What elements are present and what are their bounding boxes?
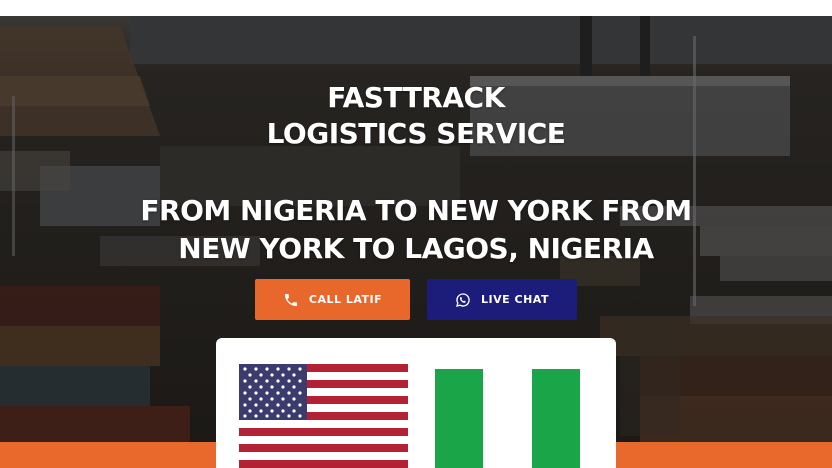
- hero-title-line1: FASTTRACK: [327, 81, 505, 114]
- call-latif-button[interactable]: CALL LATIF: [255, 279, 410, 320]
- call-button-label: CALL LATIF: [308, 293, 383, 306]
- hero-subtitle-line1: FROM NIGERIA TO NEW YORK FROM: [140, 194, 692, 227]
- hero-title: FASTTRACK LOGISTICS SERVICE: [0, 80, 832, 152]
- page: FASTTRACK LOGISTICS SERVICE FROM NIGERIA…: [0, 0, 832, 468]
- hero-subtitle-line2: NEW YORK TO LAGOS, NIGERIA: [178, 232, 654, 265]
- live-chat-button[interactable]: LIVE CHAT: [427, 279, 577, 320]
- usa-flag-image: [239, 364, 408, 468]
- nigeria-flag-image: [435, 369, 580, 468]
- chat-button-label: LIVE CHAT: [481, 293, 549, 306]
- whatsapp-icon: [456, 292, 470, 307]
- top-strip: [0, 0, 832, 16]
- hero-title-line2: LOGISTICS SERVICE: [266, 117, 566, 150]
- hero-subtitle: FROM NIGERIA TO NEW YORK FROM NEW YORK T…: [0, 192, 832, 268]
- phone-icon: [284, 293, 297, 306]
